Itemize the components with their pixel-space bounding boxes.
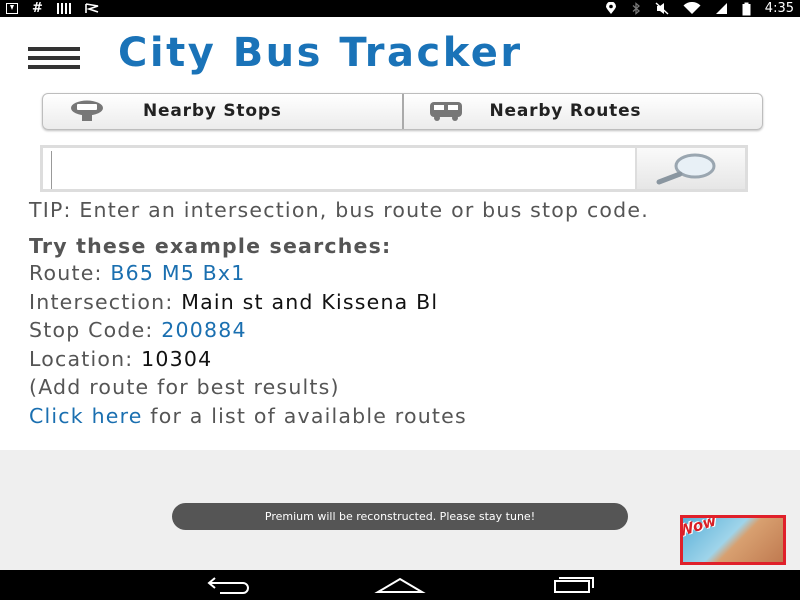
stop-code-label: Stop Code: [29,318,154,342]
tip-text: TIP: Enter an intersection, bus route or… [29,198,649,222]
location-value[interactable]: 10304 [141,347,212,371]
location-icon [605,2,616,14]
magnifier-icon [656,153,716,185]
route-link-bx1[interactable]: Bx1 [203,261,246,285]
system-icons: 4:35 [605,0,794,17]
search-bar [40,145,748,192]
route-link-m5[interactable]: M5 [162,261,195,285]
bus-stop-icon [71,100,103,121]
ad-text: Wow [680,515,719,541]
tab-nearby-stops[interactable]: Nearby Stops [43,94,402,129]
route-label: Route: [29,261,103,285]
battery-icon [742,2,751,15]
search-input[interactable] [51,151,638,189]
intersection-example: Intersection: Main st and Kissena Bl [29,288,789,317]
main-content: TIP: Enter an intersection, bus route or… [29,199,789,430]
flag-icon [85,3,99,13]
routes-list-text: for a list of available routes [150,403,467,428]
status-bar: # 4:35 [0,0,800,17]
search-button[interactable] [635,148,745,189]
hash-icon: # [32,1,43,16]
route-note: (Add route for best results) [29,375,340,399]
toast-message: Premium will be reconstructed. Please st… [172,503,628,530]
barcode-icon [56,3,71,14]
bluetooth-icon [632,2,640,15]
click-here-link[interactable]: Click here [29,404,143,428]
signal-icon [715,3,727,14]
bus-icon [429,102,462,121]
intersection-value[interactable]: Main st and Kissena Bl [181,290,438,314]
tab-nearby-stops-label: Nearby Stops [143,101,282,121]
tab-nearby-routes[interactable]: Nearby Routes [401,94,763,129]
route-examples: Route: B65 M5 Bx1 [29,259,789,288]
route-link-b65[interactable]: B65 [110,261,154,285]
wifi-icon [683,2,701,14]
examples-heading: Try these example searches: [29,234,392,258]
tab-bar: Nearby Stops Nearby Routes [42,93,763,130]
location-label: Location: [29,346,134,371]
stop-code-link[interactable]: 200884 [161,318,246,342]
app-title: City Bus Tracker [118,30,523,76]
recents-icon[interactable] [542,575,602,595]
tab-nearby-routes-label: Nearby Routes [489,101,642,121]
home-icon[interactable] [370,575,430,595]
intersection-label: Intersection: [29,289,174,314]
back-icon[interactable] [198,575,258,595]
navigation-bar [0,570,800,600]
ad-banner[interactable]: Wow [680,515,786,565]
download-icon [6,3,18,14]
routes-list-line: Click here for a list of available route… [29,402,789,431]
notification-icons: # [6,0,99,17]
stop-code-example: Stop Code: 200884 [29,316,789,345]
clock: 4:35 [764,1,794,16]
mute-icon [655,2,669,15]
location-example: Location: 10304 [29,345,789,374]
hamburger-menu-icon[interactable] [28,47,80,69]
